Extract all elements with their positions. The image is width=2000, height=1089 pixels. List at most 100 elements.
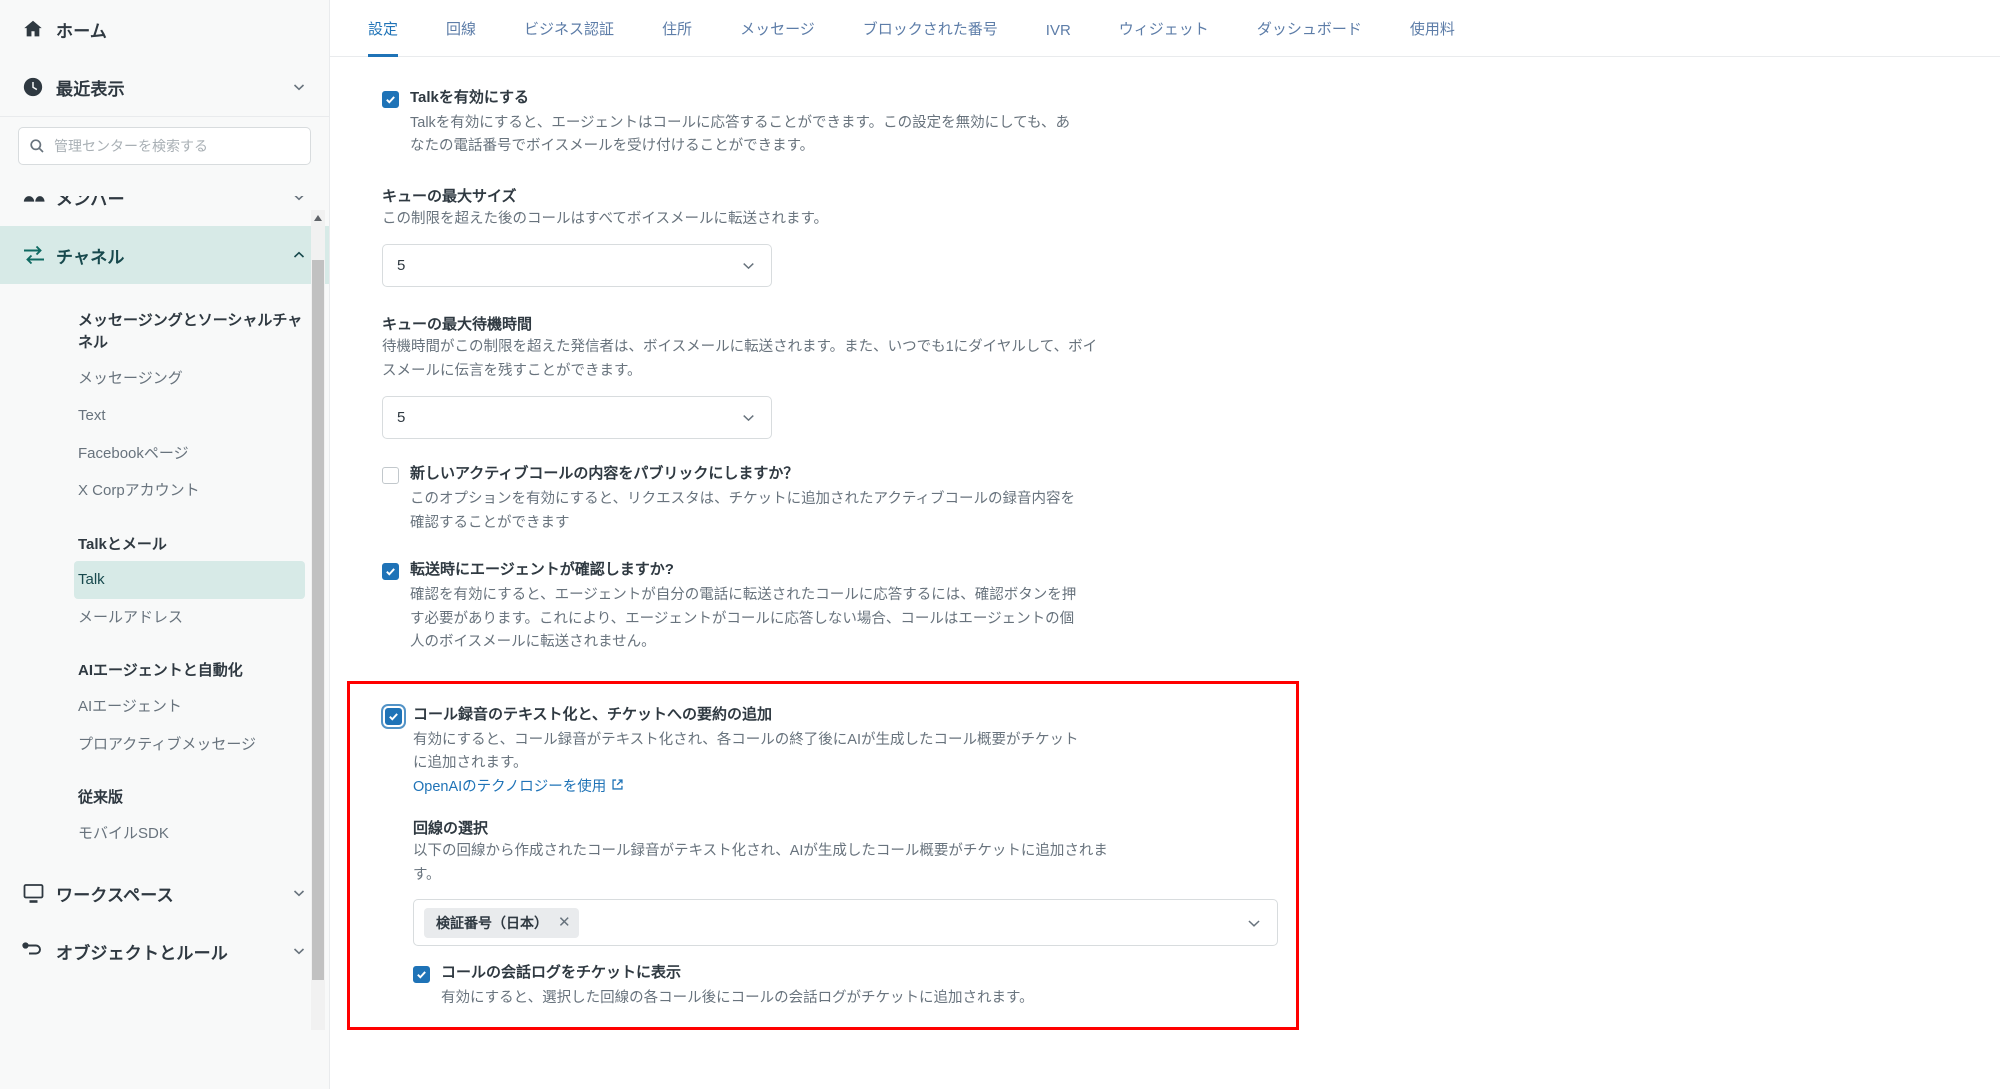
- transfer-confirm-checkbox[interactable]: [382, 563, 399, 581]
- max-queue-wait-block: キューの最大待機時間 待機時間がこの制限を超えた発信者は、ボイスメールに転送され…: [382, 313, 2000, 440]
- chevron-down-icon: [740, 409, 757, 426]
- chevron-up-icon: [291, 247, 307, 263]
- tab-business-verification[interactable]: ビジネス認証: [500, 18, 638, 56]
- sidebar-scroll-area: メンバー チャネル メッセージングとソーシャルチャネル メッセージング Text: [0, 196, 329, 1089]
- line-tag[interactable]: 検証番号（日本） ✕: [424, 907, 579, 938]
- objects-icon: [22, 940, 56, 962]
- home-icon: [22, 18, 56, 40]
- tab-address[interactable]: 住所: [638, 18, 716, 56]
- clock-icon: [22, 76, 56, 98]
- sidebar-item-messaging[interactable]: メッセージング: [0, 360, 329, 398]
- sidebar-item-home[interactable]: ホーム: [0, 0, 329, 58]
- transcription-checkbox[interactable]: [381, 703, 406, 729]
- sidebar-item-facebook-page[interactable]: Facebookページ: [0, 435, 329, 473]
- chevron-down-icon: [1245, 914, 1263, 932]
- sidebar-item-members-clip: メンバー: [0, 196, 329, 226]
- max-queue-wait-select[interactable]: 5: [382, 396, 772, 440]
- sidebar-search-wrap: [0, 116, 329, 177]
- sidebar-top: ホーム 最近表示: [0, 0, 329, 116]
- transcription-label: コール録音のテキスト化と、チケットへの要約の追加: [413, 705, 772, 723]
- max-queue-wait-description: 待機時間がこの制限を超えた発信者は、ボイスメールに転送されます。また、いつでも1…: [382, 339, 1098, 379]
- tab-settings[interactable]: 設定: [344, 18, 422, 57]
- sidebar-item-workspace[interactable]: ワークスペース: [0, 864, 329, 922]
- sidebar-item-recent-label: 最近表示: [56, 79, 125, 99]
- people-icon: [22, 196, 56, 208]
- sidebar-item-email-address[interactable]: メールアドレス: [0, 599, 329, 637]
- scroll-up-arrow-icon[interactable]: [311, 210, 325, 226]
- transfer-confirm-label: 転送時にエージェントが確認しますか?: [410, 561, 674, 579]
- show-transcript-checkbox[interactable]: [413, 966, 430, 984]
- sidebar-item-workspace-label: ワークスペース: [56, 885, 174, 905]
- sidebar-group-title: メッセージングとソーシャルチャネル: [78, 312, 303, 351]
- monitor-icon: [22, 882, 56, 904]
- show-transcript-row: コールの会話ログをチケットに表示: [413, 964, 1296, 984]
- chevron-down-icon: [740, 257, 757, 274]
- sidebar-item-channels-label: チャネル: [56, 247, 125, 267]
- max-queue-wait-value: 5: [397, 409, 406, 427]
- tab-lines[interactable]: 回線: [422, 18, 500, 56]
- sidebar-item-objects-and-rules-label: オブジェクトとルール: [56, 943, 228, 963]
- sidebar-item-ai-agent[interactable]: AIエージェント: [0, 688, 329, 726]
- sidebar-item-home-label: ホーム: [56, 21, 108, 41]
- sidebar-submenu: メッセージングとソーシャルチャネル メッセージング Text Facebookペ…: [0, 284, 329, 865]
- tab-ivr[interactable]: IVR: [1022, 22, 1095, 56]
- tab-bar: 設定 回線 ビジネス認証 住所 メッセージ ブロックされた番号 IVR ウィジェ…: [330, 0, 2000, 57]
- sidebar-scrollbar-thumb[interactable]: [312, 260, 324, 980]
- tab-messages[interactable]: メッセージ: [716, 18, 839, 56]
- sidebar-item-x-corp-account[interactable]: X Corpアカウント: [0, 472, 329, 510]
- line-selection-label: 回線の選択: [413, 820, 489, 838]
- tab-widget[interactable]: ウィジェット: [1095, 18, 1233, 56]
- max-queue-size-value: 5: [397, 257, 406, 275]
- public-active-call-block: 新しいアクティブコールの内容をパブリックにしますか？ このオプションを有効にする…: [382, 465, 2000, 535]
- openai-technology-link-label: OpenAIのテクノロジーを使用: [413, 778, 607, 795]
- search-input[interactable]: [54, 138, 300, 154]
- sidebar-item-recent[interactable]: 最近表示: [0, 58, 329, 116]
- sidebar-item-text[interactable]: Text: [0, 397, 329, 435]
- chevron-down-icon: [291, 79, 307, 95]
- channels-icon: [22, 244, 56, 266]
- max-queue-size-select[interactable]: 5: [382, 244, 772, 288]
- enable-talk-checkbox[interactable]: [382, 91, 399, 108]
- show-transcript-label: コールの会話ログをチケットに表示: [441, 964, 682, 982]
- transcription-description: 有効にすると、コール録音がテキスト化され、各コールの終了後にAIが生成したコール…: [413, 731, 1079, 772]
- sidebar-item-channels[interactable]: チャネル: [0, 226, 329, 284]
- sidebar-item-mobile-sdk[interactable]: モバイルSDK: [0, 815, 329, 853]
- sidebar-item-talk[interactable]: Talk: [74, 561, 305, 599]
- sidebar-item-members[interactable]: メンバー: [0, 196, 329, 226]
- public-active-call-description: このオプションを有効にすると、リクエスタは、チケットに追加されたアクティブコール…: [410, 491, 1075, 531]
- search-icon: [29, 138, 45, 154]
- enable-talk-label: Talkを有効にする: [410, 89, 530, 106]
- tab-dashboard[interactable]: ダッシュボード: [1233, 18, 1386, 56]
- external-link-icon: [611, 776, 624, 799]
- max-queue-size-block: キューの最大サイズ この制限を超えた後のコールはすべてボイスメールに転送されます…: [382, 185, 2000, 288]
- public-active-call-checkbox[interactable]: [382, 467, 399, 485]
- transfer-confirm-row: 転送時にエージェントが確認しますか?: [382, 561, 2000, 581]
- sidebar-item-proactive-messages[interactable]: プロアクティブメッセージ: [0, 726, 329, 764]
- chevron-down-icon: [291, 943, 307, 959]
- search-box[interactable]: [18, 127, 311, 165]
- max-queue-size-label: キューの最大サイズ: [382, 187, 517, 205]
- sidebar-item-objects-and-rules[interactable]: オブジェクトとルール: [0, 922, 329, 980]
- transcription-highlight-box: コール録音のテキスト化と、チケットへの要約の追加 有効にすると、コール録音がテキ…: [347, 680, 1299, 1030]
- openai-technology-link[interactable]: OpenAIのテクノロジーを使用: [413, 776, 624, 799]
- sidebar-scrollbar[interactable]: [311, 210, 325, 1030]
- close-icon[interactable]: ✕: [558, 915, 571, 930]
- line-tag-label: 検証番号（日本）: [436, 914, 548, 931]
- sidebar-item-members-label: メンバー: [56, 196, 125, 209]
- chevron-down-icon: [291, 196, 307, 205]
- public-active-call-label: 新しいアクティブコールの内容をパブリックにしますか？: [410, 465, 799, 483]
- max-queue-size-description: この制限を超えた後のコールはすべてボイスメールに転送されます。: [382, 210, 829, 227]
- chevron-down-icon: [291, 885, 307, 901]
- public-active-call-row: 新しいアクティブコールの内容をパブリックにしますか？: [382, 465, 2000, 485]
- tab-blocked-numbers[interactable]: ブロックされた番号: [839, 18, 1022, 56]
- line-selection-multiselect[interactable]: 検証番号（日本） ✕: [413, 899, 1278, 947]
- transfer-confirm-block: 転送時にエージェントが確認しますか? 確認を有効にすると、エージェントが自分の電…: [382, 561, 2000, 654]
- tab-usage[interactable]: 使用料: [1386, 18, 1479, 56]
- main-content: 設定 回線 ビジネス認証 住所 メッセージ ブロックされた番号 IVR ウィジェ…: [330, 0, 2000, 1089]
- line-selection-block: 回線の選択 以下の回線から作成されたコール録音がテキスト化され、AIが生成したコ…: [385, 817, 1296, 947]
- show-transcript-description: 有効にすると、選択した回線の各コール後にコールの会話ログがチケットに追加されます…: [441, 990, 1034, 1007]
- transfer-confirm-description: 確認を有効にすると、エージェントが自分の電話に転送されたコールに応答するには、確…: [410, 587, 1077, 651]
